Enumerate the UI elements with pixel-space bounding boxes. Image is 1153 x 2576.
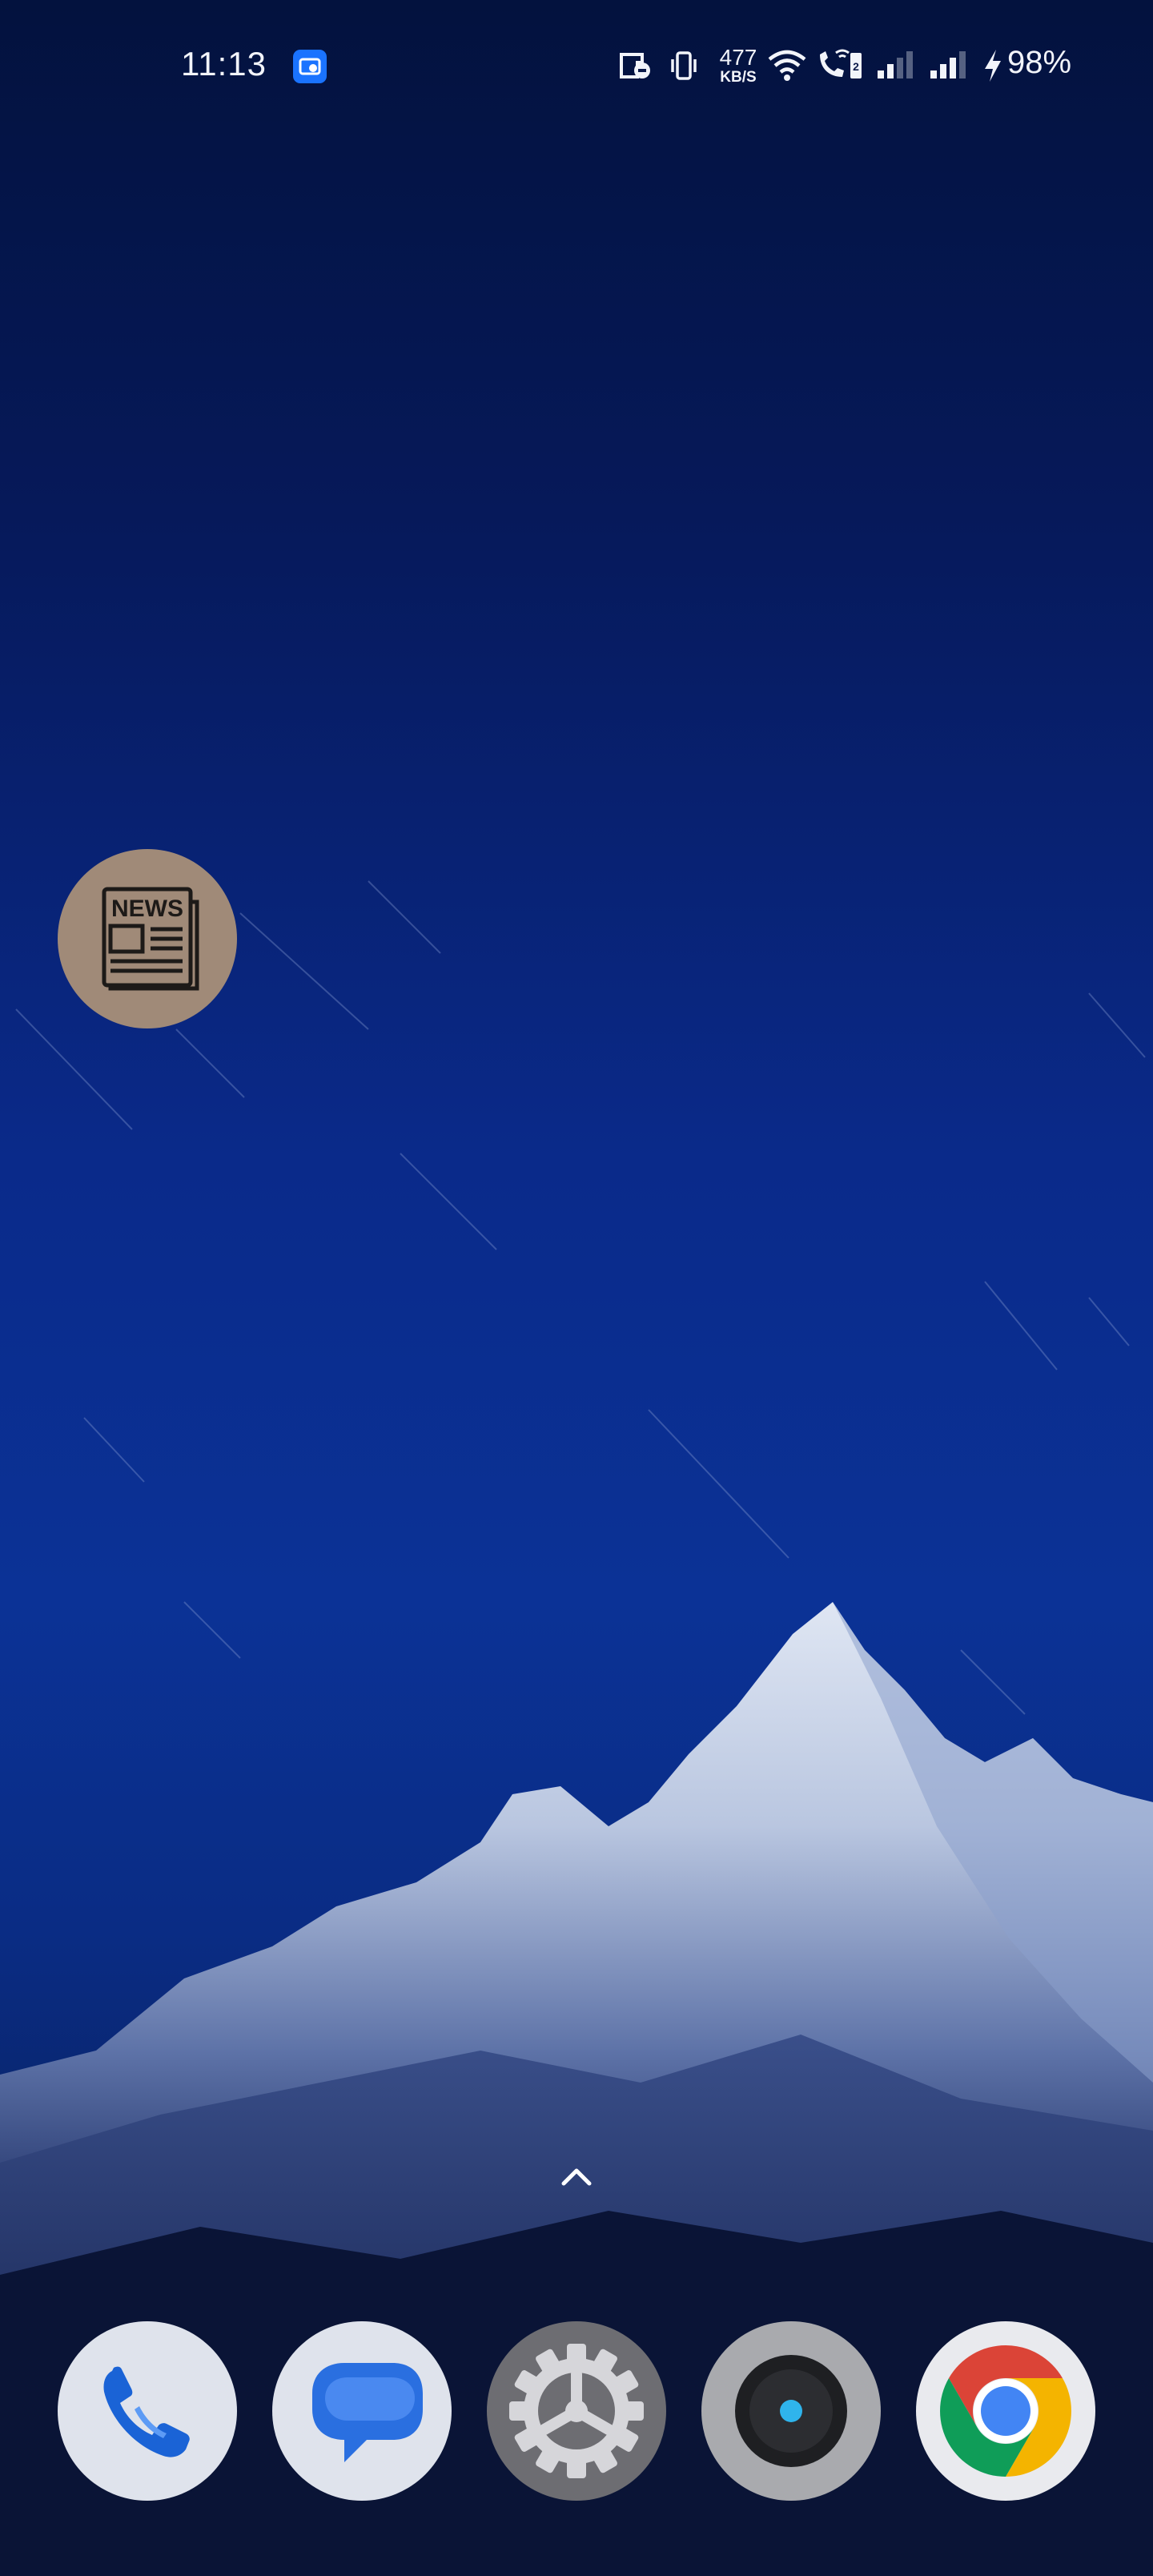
news-icon-label: NEWS	[111, 896, 183, 922]
chrome-icon	[940, 2345, 1071, 2477]
battery-percent: 98%	[1007, 45, 1072, 80]
network-speed: 477 KB/S	[713, 45, 764, 86]
camera-icon	[735, 2355, 847, 2467]
settings-app[interactable]	[487, 2321, 666, 2501]
messages-app[interactable]	[272, 2321, 452, 2501]
charging-icon	[982, 48, 1004, 87]
status-bar: 11:13 477 KB/S 2 98%	[0, 0, 1153, 128]
chrome-app[interactable]	[916, 2321, 1095, 2501]
data-saver-icon	[618, 51, 653, 84]
vibrate-icon	[668, 50, 700, 86]
news-app-shortcut[interactable]: NEWS	[58, 849, 237, 1028]
home-wallpaper	[0, 0, 1153, 2576]
phone-icon	[103, 2366, 190, 2457]
wifi-icon	[767, 48, 807, 86]
network-speed-unit: KB/S	[720, 69, 757, 86]
wifi-calling-icon: 2	[815, 48, 863, 86]
settings-icon	[509, 2344, 644, 2478]
notification-app-icon	[293, 50, 327, 83]
camera-app[interactable]	[701, 2321, 881, 2501]
messages-icon	[312, 2363, 423, 2462]
newspaper-icon: NEWS	[102, 887, 199, 991]
chevron-up-icon	[561, 2168, 592, 2186]
wallpaper-art	[0, 880, 1153, 2576]
signal-sim2-icon	[929, 51, 967, 84]
svg-text:2: 2	[853, 60, 859, 73]
status-time: 11:13	[181, 45, 267, 83]
network-speed-value: 477	[719, 45, 757, 70]
phone-app[interactable]	[58, 2321, 237, 2501]
app-drawer-handle[interactable]	[557, 2164, 596, 2188]
signal-sim1-icon	[876, 51, 914, 84]
